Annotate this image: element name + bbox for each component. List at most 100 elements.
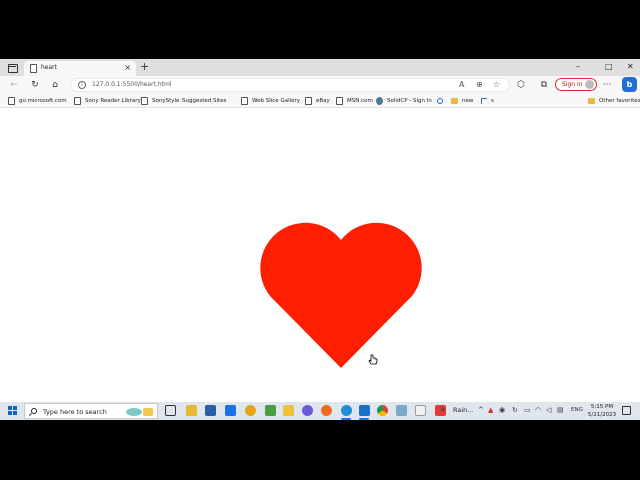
taskbar-search[interactable]: Type here to search bbox=[24, 403, 158, 419]
address-bar[interactable]: i 127.0.0.1:5500/heart.html A ⊕ ☆ bbox=[70, 78, 510, 92]
search-icon bbox=[437, 98, 443, 104]
language-indicator[interactable]: ENG bbox=[571, 406, 583, 415]
tray-sync-icon[interactable]: ↻ bbox=[512, 406, 518, 415]
notification-icon[interactable] bbox=[622, 406, 631, 415]
favorite-s[interactable]: s bbox=[481, 96, 494, 106]
clock-time: 5:15 PM bbox=[590, 404, 614, 410]
folder-icon bbox=[588, 98, 595, 104]
favorite-sony-reader-library[interactable]: Sony Reader Library bbox=[74, 96, 141, 106]
page-icon bbox=[305, 97, 312, 105]
url-text[interactable]: 127.0.0.1:5500/heart.html bbox=[92, 81, 172, 88]
page-icon bbox=[74, 97, 81, 105]
navigation-bar: ← ↻ ⌂ i 127.0.0.1:5500/heart.html A ⊕ ☆ … bbox=[0, 76, 640, 94]
favorite-go-microsoft[interactable]: go.microsoft.com bbox=[8, 96, 67, 106]
search-icon bbox=[31, 408, 37, 414]
network-icon[interactable]: ▭ bbox=[524, 406, 531, 415]
favorite-msn[interactable]: MSN.com bbox=[336, 96, 373, 106]
favorite-suggested-sites[interactable]: Suggested Sites bbox=[182, 96, 226, 106]
favorite-label: SonyStyle bbox=[152, 98, 180, 104]
search-placeholder: Type here to search bbox=[43, 408, 107, 416]
favorite-label: MSN.com bbox=[347, 98, 373, 104]
avatar bbox=[585, 80, 594, 89]
chrome-icon[interactable] bbox=[377, 405, 388, 416]
more-menu-button[interactable]: ··· bbox=[600, 78, 614, 92]
favorite-label: s bbox=[491, 98, 494, 104]
folder-app-icon[interactable] bbox=[283, 405, 294, 416]
read-aloud-icon[interactable]: A bbox=[459, 80, 464, 90]
weather-label[interactable]: Rain... bbox=[453, 406, 473, 414]
clock[interactable]: 5:15 PM 5/21/2023 bbox=[586, 403, 618, 419]
favorites-bar: go.microsoft.com Sony Reader Library SonyS… bbox=[0, 94, 640, 108]
home-button[interactable]: ⌂ bbox=[48, 78, 62, 92]
back-button[interactable]: ← bbox=[7, 78, 21, 92]
favorite-label: go.microsoft.com bbox=[19, 98, 67, 104]
favorite-sonystyle[interactable]: SonyStyle bbox=[141, 96, 179, 106]
tab-title: heart bbox=[41, 64, 57, 71]
favorite-new[interactable]: new bbox=[451, 96, 473, 106]
app-blue-icon[interactable] bbox=[396, 405, 407, 416]
extensions-icon[interactable]: ⬡ bbox=[514, 78, 528, 92]
tab-close-icon[interactable]: × bbox=[124, 63, 131, 73]
maximize-button[interactable]: □ bbox=[605, 61, 613, 73]
minimize-button[interactable]: – bbox=[576, 61, 580, 73]
tray-app-icon[interactable]: ◉ bbox=[499, 406, 505, 415]
hand-cursor-icon bbox=[368, 354, 378, 365]
mail-icon[interactable] bbox=[225, 405, 236, 416]
firefox-icon[interactable] bbox=[321, 405, 332, 416]
zoom-icon[interactable]: ⊕ bbox=[476, 80, 483, 90]
warning-icon[interactable]: ▲ bbox=[488, 406, 493, 415]
favorite-label: eBay bbox=[316, 98, 330, 104]
favorite-label: SolidCP - Sign In bbox=[387, 98, 432, 104]
bing-chat-button[interactable]: b bbox=[622, 77, 637, 92]
favorite-label: Suggested Sites bbox=[182, 98, 227, 104]
other-favorites-label: Other favorites bbox=[599, 98, 640, 104]
tray-chevron-icon[interactable]: ^ bbox=[478, 406, 484, 415]
vscode-icon[interactable] bbox=[359, 405, 370, 416]
weather-icon[interactable]: ✈ bbox=[440, 406, 446, 415]
refresh-button[interactable]: ↻ bbox=[28, 78, 42, 92]
page-icon bbox=[141, 97, 148, 105]
favorite-label: new bbox=[462, 98, 474, 104]
favorite-search[interactable] bbox=[437, 96, 447, 106]
wifi-icon[interactable]: ◠ bbox=[535, 406, 541, 415]
media-icon[interactable] bbox=[245, 405, 256, 416]
tab-actions-icon[interactable] bbox=[4, 61, 20, 74]
folder-icon bbox=[451, 98, 458, 104]
favorite-web-slice-gallery[interactable]: Web Slice Gallery bbox=[241, 96, 300, 106]
file-explorer-icon[interactable] bbox=[186, 405, 197, 416]
volume-icon[interactable]: ◁ bbox=[546, 406, 551, 415]
collections-icon[interactable]: ⧉ bbox=[537, 78, 551, 92]
favorite-solidcp-sign-in[interactable]: SolidCP - Sign In bbox=[376, 96, 432, 106]
sign-in-button[interactable]: Sign in bbox=[555, 78, 597, 91]
page-content bbox=[0, 108, 640, 402]
task-view-icon[interactable] bbox=[165, 405, 176, 416]
app-purple-icon[interactable] bbox=[302, 405, 313, 416]
new-tab-button[interactable]: + bbox=[140, 60, 149, 74]
close-window-button[interactable]: ✕ bbox=[627, 61, 634, 73]
add-favorite-icon[interactable]: ☆ bbox=[493, 80, 500, 90]
screen: heart × + – □ ✕ ← ↻ ⌂ i 127.0.0.1:5500/h… bbox=[0, 59, 640, 420]
keyboard-icon[interactable]: ▤ bbox=[557, 406, 564, 415]
page-favicon-icon bbox=[30, 64, 37, 73]
favorite-ebay[interactable]: eBay bbox=[305, 96, 330, 106]
heart-shape bbox=[260, 222, 422, 368]
favorite-label: Sony Reader Library bbox=[85, 98, 141, 104]
vscode-active-indicator bbox=[359, 418, 369, 420]
store-icon[interactable] bbox=[205, 405, 216, 416]
app-green-icon[interactable] bbox=[265, 405, 276, 416]
other-favorites[interactable]: Other favorites bbox=[588, 96, 640, 106]
edge-active-indicator bbox=[341, 418, 351, 420]
taskbar: Type here to search ✈ Rain... ^ ▲ ◉ ↻ ▭ … bbox=[0, 402, 640, 420]
page-icon bbox=[8, 97, 15, 105]
flag-icon bbox=[481, 98, 487, 104]
heart-path bbox=[260, 222, 422, 368]
sign-in-label: Sign in bbox=[562, 81, 583, 88]
clock-date: 5/21/2023 bbox=[587, 412, 617, 418]
page-icon bbox=[336, 97, 343, 105]
tab-heart[interactable]: heart × bbox=[24, 61, 136, 76]
site-info-icon[interactable]: i bbox=[78, 81, 86, 89]
edge-icon[interactable] bbox=[341, 405, 352, 416]
app-window-icon[interactable] bbox=[415, 405, 426, 416]
page-icon bbox=[241, 97, 248, 105]
start-button[interactable] bbox=[8, 406, 17, 415]
